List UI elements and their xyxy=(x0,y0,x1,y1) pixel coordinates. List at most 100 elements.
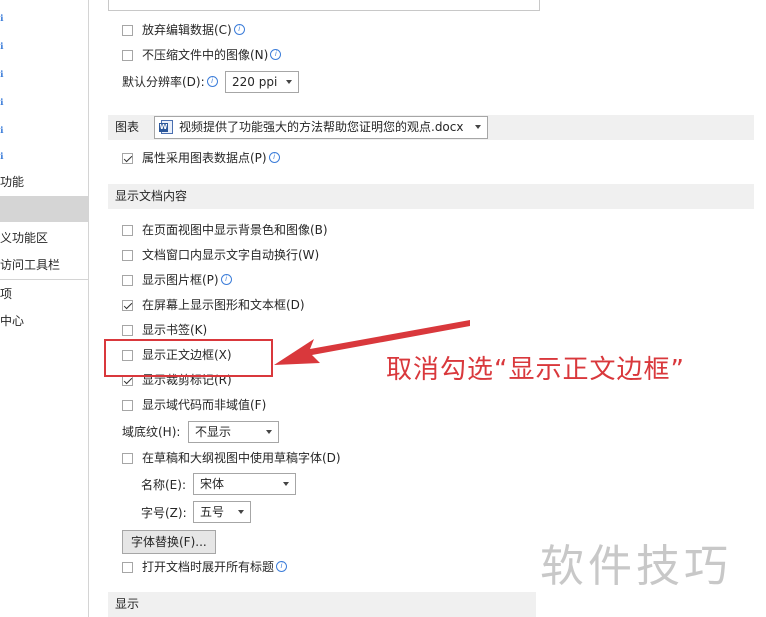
display-section-header: 显示 xyxy=(108,592,536,617)
chevron-down-icon xyxy=(283,482,289,486)
font-name-text: 名称(E): xyxy=(141,478,186,492)
display-section-title: 显示 xyxy=(115,597,140,611)
font-size-label: 字号(Z): xyxy=(141,504,187,522)
sidebar-item-1[interactable]: ℹ xyxy=(0,36,3,58)
property-follow-label: 属性采用图表数据点(P) xyxy=(142,151,267,165)
sidebar-item-label: ℹ xyxy=(0,126,4,136)
expand-headings-option[interactable]: 打开文档时展开所有标题 i xyxy=(122,558,288,576)
info-icon: i xyxy=(268,152,280,163)
chevron-down-icon xyxy=(475,125,481,129)
annotation-text: 取消勾选“显示正文边框” xyxy=(386,349,685,386)
font-size-text: 字号(Z): xyxy=(141,506,187,520)
sidebar-item-label: ℹ xyxy=(0,70,4,80)
chevron-down-icon xyxy=(266,430,272,434)
sidebar-item-2[interactable]: ℹ xyxy=(0,64,3,86)
sidebar-item-addins[interactable]: 项 xyxy=(0,283,12,305)
draft-font-checkbox[interactable] xyxy=(122,453,133,464)
show-bookmarks-option[interactable]: 显示书签(K) xyxy=(122,321,207,339)
picture-placeholder-label: 显示图片框(P) xyxy=(142,273,219,287)
chevron-down-icon xyxy=(238,510,244,514)
word-document-icon xyxy=(159,120,173,134)
highlight-box xyxy=(104,339,273,377)
expand-headings-label: 打开文档时展开所有标题 xyxy=(142,560,275,574)
show-background-checkbox[interactable] xyxy=(122,225,133,236)
font-size-select[interactable]: 五号 xyxy=(193,501,251,523)
chart-document-select[interactable]: 视频提供了功能强大的方法帮助您证明您的观点.docx xyxy=(154,116,488,139)
show-drawings-checkbox[interactable] xyxy=(122,300,133,311)
show-drawings-option[interactable]: 在屏幕上显示图形和文本框(D) xyxy=(122,296,305,314)
show-field-codes-checkbox[interactable] xyxy=(122,400,133,411)
font-size-value: 五号 xyxy=(200,505,225,519)
discard-edit-data-option[interactable]: 放弃编辑数据(C) i xyxy=(122,21,245,39)
no-compress-label: 不压缩文件中的图像(N) xyxy=(142,48,269,62)
sidebar-item-label: ℹ xyxy=(0,152,4,162)
annotation-label: 取消勾选“显示正文边框” xyxy=(386,355,685,385)
info-icon: i xyxy=(270,49,282,60)
font-name-label: 名称(E): xyxy=(141,476,186,494)
sidebar-item-quick-access[interactable]: 访问工具栏 xyxy=(0,254,60,276)
picture-placeholder-checkbox[interactable] xyxy=(122,275,133,286)
sidebar-item-5[interactable]: ℹ xyxy=(0,146,3,168)
watermark: 软件技巧 xyxy=(540,530,732,594)
default-resolution-select[interactable]: 220 ppi xyxy=(225,71,299,93)
draft-font-option[interactable]: 在草稿和大纲视图中使用草稿字体(D) xyxy=(122,449,341,467)
show-doc-content-header: 显示文档内容 xyxy=(108,184,754,209)
top-partial-field xyxy=(108,0,540,11)
info-icon: i xyxy=(220,274,232,285)
font-substitution-label: 字体替换(F)... xyxy=(131,535,207,549)
show-background-option[interactable]: 在页面视图中显示背景色和图像(B) xyxy=(122,221,328,239)
show-background-label: 在页面视图中显示背景色和图像(B) xyxy=(142,223,328,237)
show-field-codes-option[interactable]: 显示域代码而非域值(F) xyxy=(122,396,266,414)
info-icon: i xyxy=(276,561,288,572)
font-substitution-button[interactable]: 字体替换(F)... xyxy=(122,530,216,554)
options-sidebar: ℹ ℹ ℹ ℹ ℹ ℹ 功能 义功能区 访问工具栏 项 中心 xyxy=(0,0,89,617)
property-follow-option[interactable]: 属性采用图表数据点(P) i xyxy=(122,149,280,167)
sidebar-item-label: 中心 xyxy=(0,314,25,328)
discard-edit-data-label: 放弃编辑数据(C) xyxy=(142,23,232,37)
wrap-text-option[interactable]: 文档窗口内显示文字自动换行(W) xyxy=(122,246,319,264)
sidebar-item-label: 义功能区 xyxy=(0,231,49,245)
sidebar-item-label: ℹ xyxy=(0,98,4,108)
wrap-text-label: 文档窗口内显示文字自动换行(W) xyxy=(142,248,320,262)
font-name-select[interactable]: 宋体 xyxy=(193,473,296,495)
field-shading-select[interactable]: 不显示 xyxy=(188,421,279,443)
property-follow-checkbox[interactable] xyxy=(122,153,133,164)
sidebar-item-label: ℹ xyxy=(0,42,4,52)
font-name-value: 宋体 xyxy=(200,477,225,491)
sidebar-item-3[interactable]: ℹ xyxy=(0,92,3,114)
watermark-label: 软件技巧 xyxy=(540,541,732,592)
draft-font-label: 在草稿和大纲视图中使用草稿字体(D) xyxy=(142,451,341,465)
info-icon: i xyxy=(233,24,245,35)
chevron-down-icon xyxy=(286,80,292,84)
expand-headings-checkbox[interactable] xyxy=(122,562,133,573)
field-shading-value: 不显示 xyxy=(195,425,232,439)
no-compress-checkbox[interactable] xyxy=(122,50,133,61)
show-drawings-label: 在屏幕上显示图形和文本框(D) xyxy=(142,298,305,312)
show-field-codes-label: 显示域代码而非域值(F) xyxy=(142,398,267,412)
sidebar-item-selected[interactable] xyxy=(0,196,88,222)
picture-placeholder-option[interactable]: 显示图片框(P) i xyxy=(122,271,232,289)
sidebar-item-feature[interactable]: 功能 xyxy=(0,171,24,193)
chart-document-value: 视频提供了功能强大的方法帮助您证明您的观点.docx xyxy=(179,120,464,134)
wrap-text-checkbox[interactable] xyxy=(122,250,133,261)
chart-section-label: 图表 xyxy=(115,120,140,134)
sidebar-item-customize-ribbon[interactable]: 义功能区 xyxy=(0,227,48,249)
discard-edit-data-checkbox[interactable] xyxy=(122,25,133,36)
sidebar-item-label: ℹ xyxy=(0,14,4,24)
default-resolution-value: 220 ppi xyxy=(232,75,278,89)
field-shading-label: 域底纹(H): xyxy=(122,423,180,441)
sidebar-item-trust-center[interactable]: 中心 xyxy=(0,310,24,332)
default-resolution-text: 默认分辨率(D): xyxy=(122,75,205,89)
no-compress-option[interactable]: 不压缩文件中的图像(N) i xyxy=(122,46,282,64)
sidebar-item-label: 项 xyxy=(0,287,13,301)
field-shading-text: 域底纹(H): xyxy=(122,425,181,439)
options-content: 放弃编辑数据(C) i 不压缩文件中的图像(N) i 默认分辨率(D): i 220 … xyxy=(96,0,766,617)
sidebar-item-4[interactable]: ℹ xyxy=(0,120,3,142)
show-bookmarks-checkbox[interactable] xyxy=(122,325,133,336)
sidebar-divider xyxy=(0,279,88,280)
sidebar-item-label: 功能 xyxy=(0,175,25,189)
info-icon: i xyxy=(206,76,218,87)
default-resolution-label: 默认分辨率(D): i xyxy=(122,73,218,91)
sidebar-item-0[interactable]: ℹ xyxy=(0,8,3,30)
show-bookmarks-label: 显示书签(K) xyxy=(142,323,208,337)
